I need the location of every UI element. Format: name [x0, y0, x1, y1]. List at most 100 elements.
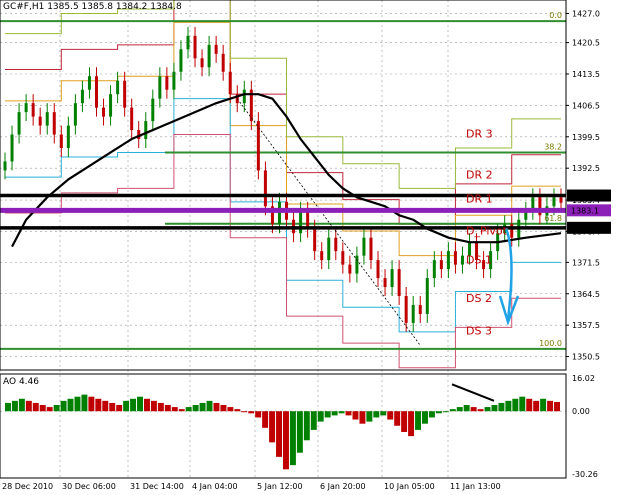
ao-bar	[394, 411, 401, 426]
ao-bar	[53, 405, 60, 412]
ao-bar	[359, 411, 366, 424]
ao-bar	[512, 398, 519, 412]
candle	[460, 246, 464, 274]
candle	[531, 188, 535, 220]
candle	[165, 67, 169, 99]
candle	[130, 98, 134, 140]
candle-body	[3, 161, 7, 171]
y-tick-label: 1420.5	[572, 39, 600, 48]
candle	[193, 26, 197, 68]
candle	[45, 103, 49, 135]
candle-body	[432, 260, 436, 279]
candle-body	[10, 134, 14, 162]
candle-body	[277, 201, 281, 225]
ao-bar	[269, 411, 276, 443]
ao-bar	[317, 411, 324, 422]
ao-bar	[387, 411, 394, 420]
y-tick-label: 1427.0	[572, 9, 600, 18]
pivot-level-label: DR 1	[466, 193, 493, 206]
candle-body	[214, 44, 218, 54]
y-tick-label: 1378.4	[572, 227, 600, 236]
ao-bar	[164, 405, 171, 412]
candle-body	[158, 76, 162, 99]
x-tick-label: 6 Jan 20:00	[320, 482, 366, 491]
candle-body	[355, 255, 359, 274]
candle-body	[397, 269, 401, 296]
candle	[446, 242, 450, 279]
ao-bar	[25, 400, 32, 412]
price-label: 1383.1	[571, 206, 599, 215]
ao-bar	[345, 411, 352, 416]
x-tick-label: 4 Jan 04:00	[192, 482, 238, 491]
y-tick-label: 1350.5	[572, 353, 600, 362]
candle-body	[552, 197, 556, 207]
candle	[411, 296, 415, 332]
ao-bar	[46, 407, 53, 412]
ao-bar	[178, 409, 185, 412]
main-plot-frame	[0, 0, 567, 371]
ao-bar	[310, 411, 317, 430]
ao-bar	[533, 400, 540, 412]
candle-body	[165, 76, 169, 90]
candle-body	[439, 260, 443, 270]
candle-body	[306, 210, 310, 229]
candle-body	[144, 121, 148, 140]
candle-body	[369, 237, 373, 261]
ao-bar	[477, 409, 484, 412]
candle	[362, 228, 366, 265]
ao-bar	[67, 398, 74, 412]
candle	[38, 107, 42, 135]
ao-bar	[519, 396, 526, 412]
candle-body	[52, 112, 56, 135]
candle	[221, 44, 225, 81]
ao-tick-label: 0.00	[572, 407, 590, 416]
ao-bar	[262, 411, 269, 428]
ao-bar	[5, 402, 11, 412]
candle-body	[313, 228, 317, 252]
ao-bar	[338, 411, 345, 414]
ao-bar	[401, 411, 408, 432]
x-tick-label: 11 Jan 13:00	[450, 482, 501, 491]
ao-bar	[248, 411, 255, 414]
candle	[186, 26, 190, 59]
ao-bar	[137, 396, 143, 412]
candle	[313, 219, 317, 261]
candle-body	[411, 304, 415, 323]
symbol-header: GC#F,H1 1385.5 1385.8 1384.2 1384.8	[3, 2, 182, 12]
ao-bar	[435, 411, 442, 414]
ao-bar	[60, 400, 67, 412]
x-tick-label: 5 Jan 12:00	[257, 482, 303, 491]
candle-body	[73, 103, 77, 126]
candle-body	[348, 264, 352, 274]
candle-body	[404, 296, 408, 323]
y-tick-label: 1413.5	[572, 70, 600, 79]
candle	[123, 71, 127, 117]
candle	[80, 80, 84, 113]
candle	[418, 296, 422, 323]
pivot-level-label: D_Pivot	[466, 225, 508, 238]
ao-bar	[88, 396, 95, 412]
candle-body	[362, 237, 366, 256]
ao-tick-label: -30.26	[572, 470, 598, 479]
ao-bar	[81, 394, 88, 412]
candle-body	[66, 125, 70, 148]
candle-body	[390, 269, 394, 288]
ao-bar	[171, 407, 178, 412]
ao-bar	[18, 398, 25, 412]
ao-bar	[116, 405, 123, 412]
ao-bar	[373, 411, 380, 418]
candle	[348, 255, 352, 283]
ao-bar	[442, 411, 449, 413]
candle	[327, 228, 331, 270]
fib-label: 100.0	[539, 339, 562, 348]
ao-bar	[366, 411, 373, 422]
ao-bar	[123, 400, 130, 412]
ao-bar	[352, 411, 359, 420]
ao-bar	[491, 405, 498, 412]
fib-label: 0.0	[549, 11, 562, 20]
y-tick-label: 1357.5	[572, 321, 600, 330]
candle-body	[17, 112, 21, 135]
candle	[242, 80, 246, 113]
candle-body	[453, 251, 457, 265]
candle-body	[193, 35, 197, 59]
